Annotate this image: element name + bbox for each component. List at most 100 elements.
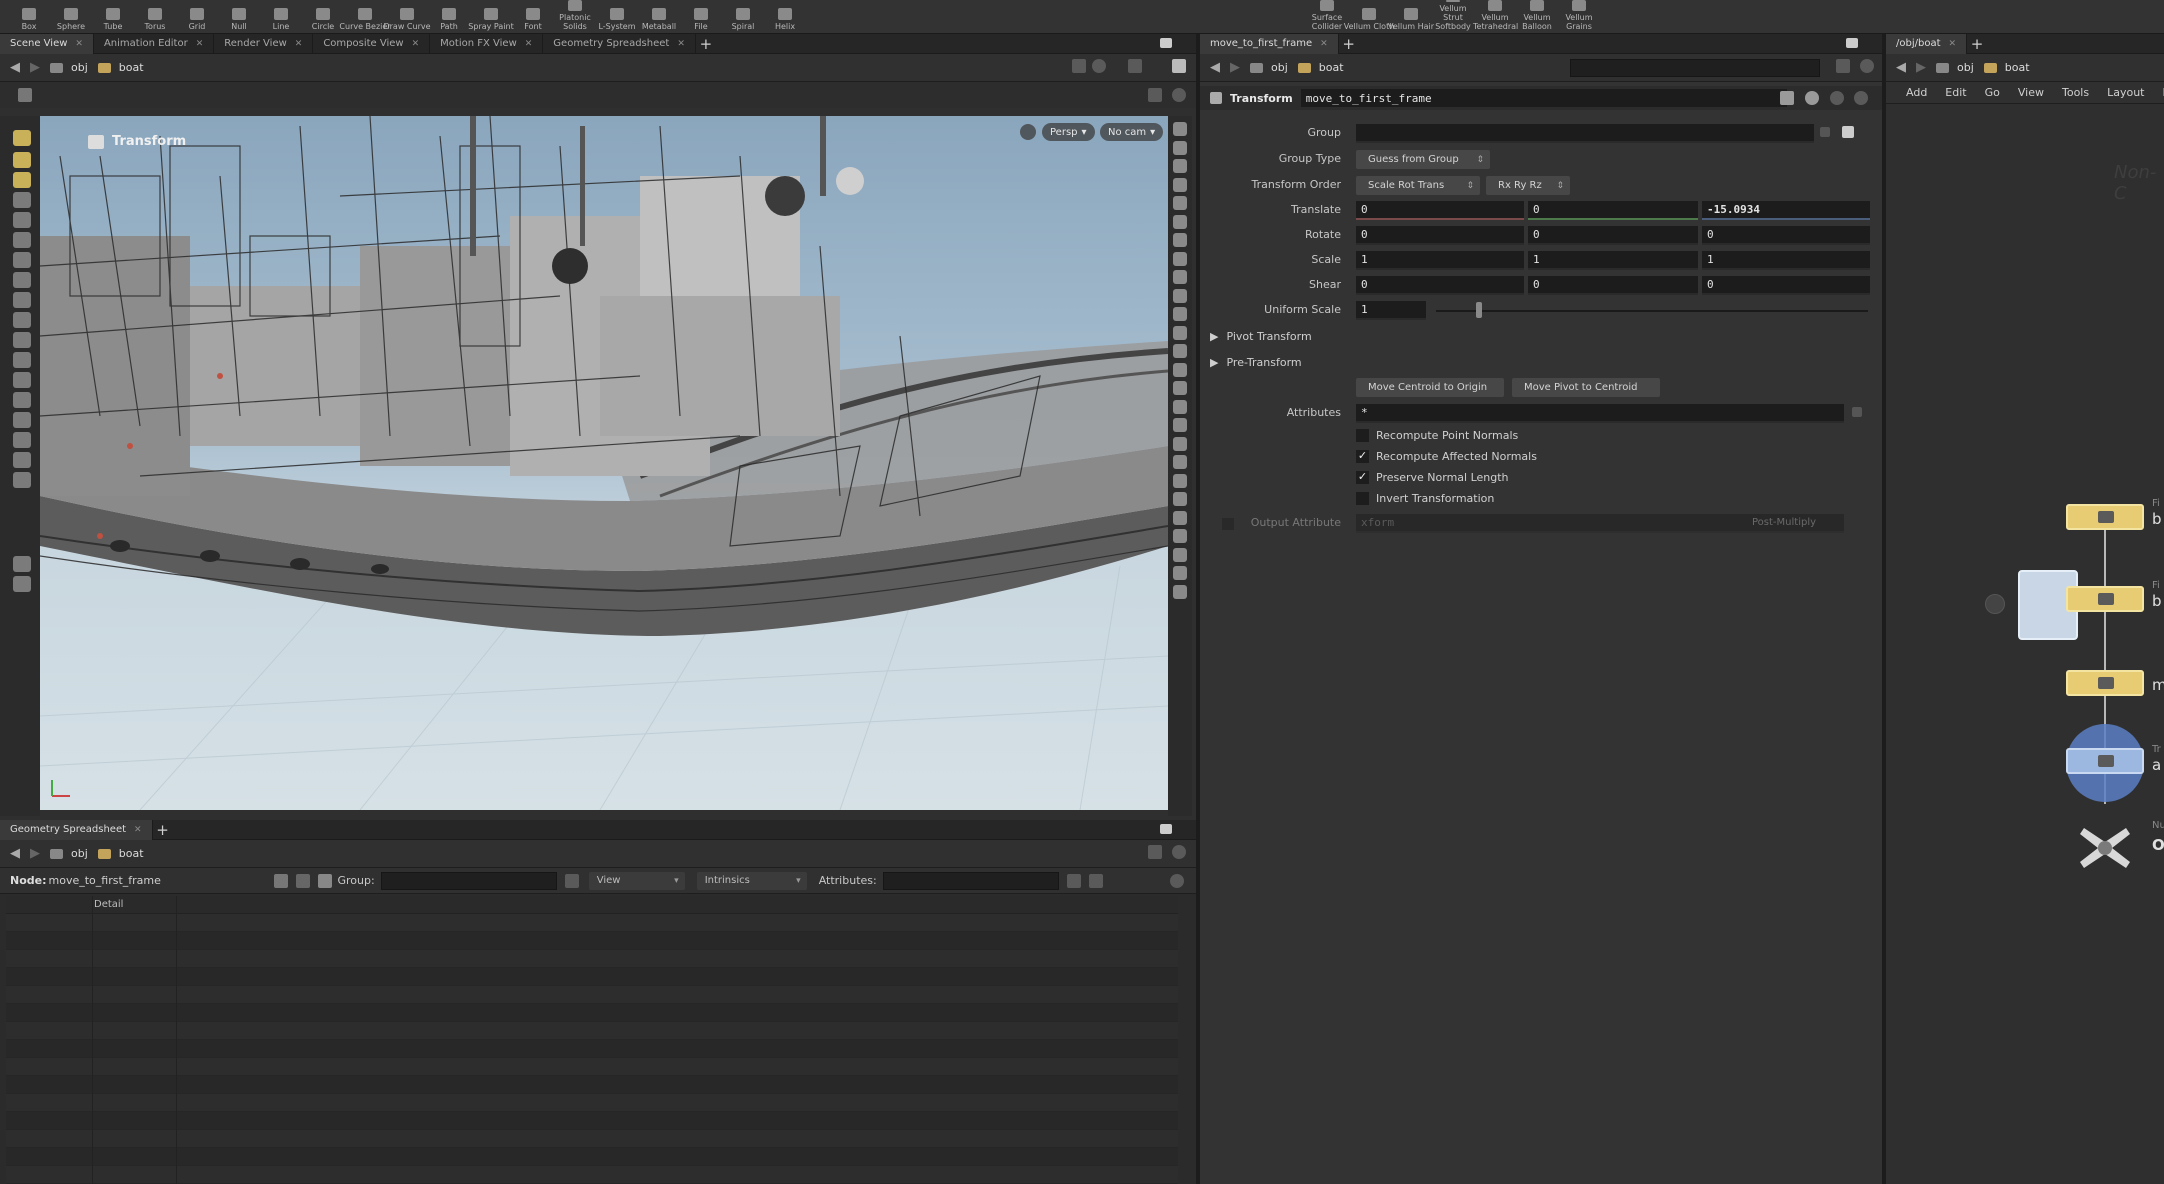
output-attribute-checkbox[interactable] [1222, 518, 1234, 530]
shear-x-input[interactable]: 0 [1356, 276, 1524, 295]
shelf-tool-box[interactable]: Box [8, 0, 50, 34]
back-arrow-icon[interactable]: ◀ [1210, 60, 1220, 75]
attributes-input[interactable]: * [1356, 404, 1844, 423]
pivot-transform-folder[interactable]: ▶ Pivot Transform [1210, 330, 1312, 343]
path-crumb-obj[interactable]: obj [1250, 61, 1288, 74]
shelf-tool-vellum-balloon[interactable]: Vellum Balloon [1516, 0, 1558, 34]
tab-composite-view[interactable]: Composite View ✕ [313, 33, 431, 54]
display-option-icon[interactable] [1173, 436, 1187, 451]
shelf-tool-torus[interactable]: Torus [134, 0, 176, 34]
rotate-y-input[interactable]: 0 [1528, 226, 1698, 245]
filter-icon[interactable] [273, 873, 288, 888]
rotate-z-input[interactable]: 0 [1702, 226, 1870, 245]
add-tab-icon[interactable]: + [153, 821, 173, 839]
tab-geometry-spreadsheet[interactable]: Geometry Spreadsheet ✕ [543, 33, 696, 54]
shelf-tool-null[interactable]: Null [218, 0, 260, 34]
display-option-icon[interactable] [1173, 251, 1187, 266]
close-icon[interactable]: ✕ [412, 39, 420, 49]
sort-icon[interactable] [1088, 873, 1103, 888]
display-option-icon[interactable] [1173, 529, 1187, 543]
viewport-tool-icon[interactable] [13, 272, 31, 288]
tab-render-view[interactable]: Render View ✕ [214, 33, 314, 54]
forward-arrow-icon[interactable]: ▶ [1916, 60, 1926, 75]
shelf-tool-surface-collider[interactable]: Surface Collider [1306, 0, 1348, 34]
shelf-tool-vellum-grains[interactable]: Vellum Grains [1558, 0, 1600, 34]
close-icon[interactable]: ✕ [295, 39, 303, 49]
3d-viewport[interactable]: Transform Persp ▾ No cam ▾ [40, 116, 1168, 810]
funnel-icon[interactable] [1066, 873, 1081, 888]
checkbox[interactable]: ✓ [1356, 450, 1369, 463]
pane-menu-icon[interactable] [1846, 38, 1858, 48]
display-option-icon[interactable] [1173, 418, 1187, 432]
path-crumb-boat[interactable]: boat [1983, 61, 2030, 74]
shelf-tool-draw-curve[interactable]: Draw Curve [383, 0, 431, 34]
tab-motion-fx-view[interactable]: Motion FX View ✕ [430, 33, 544, 54]
uniform-scale-input[interactable]: 1 [1356, 301, 1426, 320]
post-multiply-dropdown[interactable]: Post-Multiply [1752, 517, 1816, 528]
path-crumb-boat[interactable]: boat [1297, 61, 1344, 74]
display-option-icon[interactable] [1173, 325, 1187, 340]
back-arrow-icon[interactable]: ◀ [10, 60, 20, 75]
forward-arrow-icon[interactable]: ▶ [30, 846, 40, 861]
shelf-tool-vellum-cloth[interactable]: Vellum Cloth [1344, 0, 1394, 34]
shelf-tool-sphere[interactable]: Sphere [50, 0, 92, 34]
invert-transformation-toggle[interactable]: Invert Transformation [1200, 489, 1882, 509]
pane-menu-icon[interactable] [1160, 824, 1172, 834]
pin-icon[interactable] [1836, 59, 1850, 73]
display-option-icon[interactable] [1173, 399, 1187, 414]
checkbox[interactable]: ✓ [1356, 471, 1369, 484]
display-option-icon[interactable] [1173, 140, 1187, 155]
grid-menu-icon[interactable] [18, 88, 32, 102]
chevron-down-icon[interactable] [1820, 127, 1830, 137]
shelf-tool-l-system[interactable]: L-System [596, 0, 638, 34]
pin-icon[interactable] [1148, 845, 1162, 859]
node-name-input[interactable]: move_to_first_frame [1300, 89, 1787, 107]
path-crumb-boat[interactable]: boat [97, 61, 144, 74]
recompute-point-normals-toggle[interactable]: Recompute Point Normals [1200, 426, 1882, 446]
translate-y-input[interactable]: 0 [1528, 201, 1698, 220]
menu-edit[interactable]: Edit [1945, 86, 1966, 99]
select-arrow-icon[interactable] [1842, 126, 1854, 138]
menu-layout[interactable]: Layout [2107, 86, 2144, 99]
display-option-icon[interactable] [1173, 196, 1187, 210]
column-header-detail[interactable]: Detail [94, 899, 123, 910]
help-icon[interactable] [1854, 91, 1868, 105]
viewport-tool-icon[interactable] [13, 252, 31, 268]
move-to-first-frame-node[interactable] [2066, 748, 2144, 774]
display-option-icon[interactable] [1173, 492, 1187, 506]
pre-transform-folder[interactable]: ▶ Pre-Transform [1210, 356, 1302, 369]
viewport-tool-icon[interactable] [13, 232, 31, 248]
display-options-icon[interactable] [1128, 59, 1142, 73]
forward-arrow-icon[interactable]: ▶ [1230, 60, 1240, 75]
shelf-tool-metaball[interactable]: Metaball [638, 0, 680, 34]
transform-order-dropdown[interactable]: Scale Rot Trans [1356, 176, 1480, 195]
viewport-tool-icon[interactable] [13, 130, 31, 146]
path-crumb-obj[interactable]: obj [50, 847, 88, 860]
add-tab-icon[interactable]: + [1967, 35, 1987, 53]
close-icon[interactable]: ✕ [134, 825, 142, 835]
display-option-icon[interactable] [1173, 455, 1187, 469]
path-crumb-boat[interactable]: boat [97, 847, 144, 860]
shelf-tool-vellum-tetrahedral[interactable]: Vellum Tetrahedral [1473, 0, 1518, 34]
display-option-icon[interactable] [1173, 270, 1187, 284]
display-option-icon[interactable] [1173, 159, 1187, 173]
scale-y-input[interactable]: 1 [1528, 251, 1698, 270]
help-icon[interactable] [1172, 88, 1186, 102]
tab-scene-view[interactable]: Scene View ✕ [0, 33, 94, 54]
viewport-tool-icon[interactable] [13, 172, 31, 188]
display-option-icon[interactable] [1173, 344, 1187, 358]
shelf-tool-platonic-solids[interactable]: Platonic Solids [554, 0, 596, 34]
viewport-tool-icon[interactable] [13, 192, 31, 208]
shelf-tool-line[interactable]: Line [260, 0, 302, 34]
menu-go[interactable]: Go [1985, 86, 2000, 99]
display-option-icon[interactable] [1173, 362, 1187, 377]
preserve-normal-length-toggle[interactable]: ✓ Preserve Normal Length [1200, 468, 1882, 488]
add-tab-icon[interactable]: + [1339, 35, 1359, 53]
attributes-filter-input[interactable] [882, 871, 1059, 890]
intrinsics-dropdown[interactable]: Intrinsics [696, 871, 807, 890]
viewport-tool-icon[interactable] [13, 352, 31, 368]
viewport-tool-icon[interactable] [13, 472, 31, 488]
move-pivot-to-centroid-button[interactable]: Move Pivot to Centroid [1512, 378, 1660, 397]
display-option-icon[interactable] [1173, 510, 1187, 525]
back-arrow-icon[interactable]: ◀ [1896, 60, 1906, 75]
